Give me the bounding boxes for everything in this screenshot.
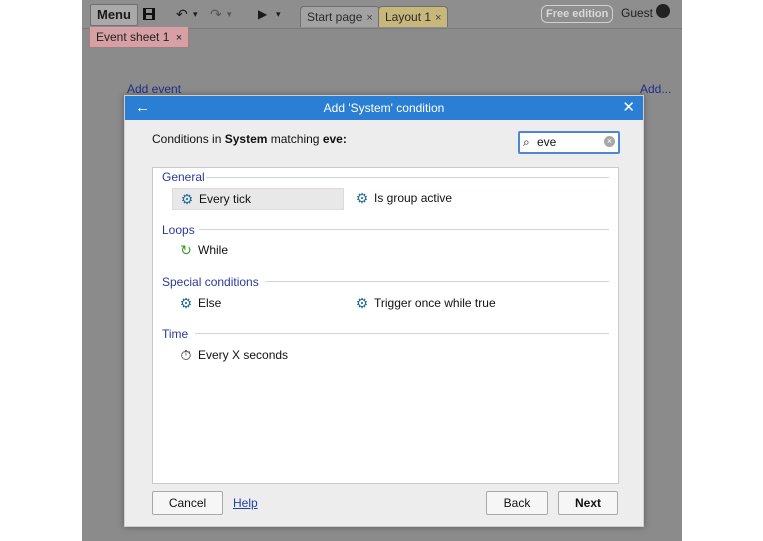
condition-every-x-seconds[interactable]: ⏱ Every X seconds: [172, 345, 358, 365]
undo-icon[interactable]: ↶: [176, 4, 188, 24]
clear-search-icon[interactable]: ×: [604, 136, 615, 147]
add-condition-dialog: ← Add 'System' condition ✕ Conditions in…: [124, 95, 644, 527]
tab-start-page[interactable]: Start page ×: [300, 6, 380, 27]
redo-dropdown-icon[interactable]: ▾: [227, 4, 232, 24]
condition-trigger-once-while-true[interactable]: ⚙ Trigger once while true: [348, 293, 574, 313]
next-button[interactable]: Next: [558, 491, 618, 515]
add-event-link[interactable]: Add event: [127, 82, 181, 96]
tab-event-sheet-1[interactable]: Event sheet 1 ×: [89, 27, 190, 48]
condition-while[interactable]: ↻ While: [172, 240, 342, 260]
search-input[interactable]: [537, 134, 599, 149]
section-label-loops: Loops: [162, 223, 195, 237]
condition-label: Every X seconds: [198, 348, 289, 362]
undo-dropdown-icon[interactable]: ▾: [193, 4, 198, 24]
toolbar: Menu ↶ ▾ ↷ ▾ ▶ ▾ Start page × Layout 1 × F…: [82, 0, 682, 29]
menu-button[interactable]: Menu: [90, 4, 138, 26]
section-divider: [206, 177, 609, 178]
subtitle-text: Conditions in: [152, 132, 222, 146]
condition-label: Else: [198, 296, 222, 310]
gear-icon: ⚙: [179, 295, 193, 311]
play-dropdown-icon[interactable]: ▾: [276, 4, 281, 24]
search-box[interactable]: ⌕ ×: [518, 131, 620, 154]
cancel-button[interactable]: Cancel: [152, 491, 223, 515]
help-link[interactable]: Help: [233, 496, 258, 510]
add-more-link[interactable]: Add...: [640, 82, 671, 96]
condition-every-tick[interactable]: ⚙ Every tick: [172, 188, 344, 210]
section-label-general: General: [162, 170, 205, 184]
user-label[interactable]: Guest: [621, 5, 653, 21]
subtitle-term: eve:: [322, 132, 347, 146]
section-divider: [195, 333, 609, 334]
tab-label: Event sheet 1: [96, 30, 170, 44]
close-icon[interactable]: ×: [366, 12, 372, 24]
condition-label: Is group active: [374, 191, 453, 205]
condition-else[interactable]: ⚙ Else: [172, 293, 342, 313]
back-arrow-icon[interactable]: ←: [135, 96, 150, 119]
section-label-special-conditions: Special conditions: [162, 275, 259, 289]
conditions-list[interactable]: General ⚙ Every tick ⚙ Is group active L…: [152, 167, 619, 484]
dialog-title-bar: ← Add 'System' condition ✕: [125, 96, 643, 120]
section-divider: [199, 229, 609, 230]
section-label-time: Time: [162, 327, 189, 341]
edition-badge[interactable]: Free edition: [541, 5, 614, 23]
condition-label: Every tick: [199, 192, 252, 206]
play-icon[interactable]: ▶: [258, 4, 267, 24]
gear-icon: ⚙: [180, 191, 194, 207]
subtitle-object: System: [224, 132, 268, 146]
condition-label: Trigger once while true: [374, 296, 496, 310]
close-icon[interactable]: ×: [435, 12, 441, 24]
tab-layout-1[interactable]: Layout 1 ×: [378, 6, 449, 27]
dialog-subtitle: Conditions in System matching eve:: [152, 132, 347, 146]
redo-icon[interactable]: ↷: [210, 4, 222, 24]
section-divider: [265, 281, 609, 282]
search-icon: ⌕: [523, 135, 530, 149]
close-icon[interactable]: ×: [176, 32, 182, 44]
tab-label: Layout 1: [385, 10, 432, 24]
loop-icon: ↻: [180, 242, 192, 258]
back-button[interactable]: Back: [486, 491, 548, 515]
save-icon[interactable]: [142, 4, 156, 24]
user-icon[interactable]: [656, 4, 670, 18]
close-icon[interactable]: ✕: [622, 96, 635, 119]
stopwatch-icon: ⏱: [180, 347, 192, 363]
tab-label: Start page: [307, 10, 363, 24]
gear-icon: ⚙: [355, 190, 369, 206]
dialog-title: Add 'System' condition: [323, 101, 445, 115]
condition-is-group-active[interactable]: ⚙ Is group active: [348, 188, 554, 208]
condition-label: While: [198, 243, 229, 257]
gear-icon: ⚙: [355, 295, 369, 311]
subtitle-text: matching: [270, 132, 320, 146]
